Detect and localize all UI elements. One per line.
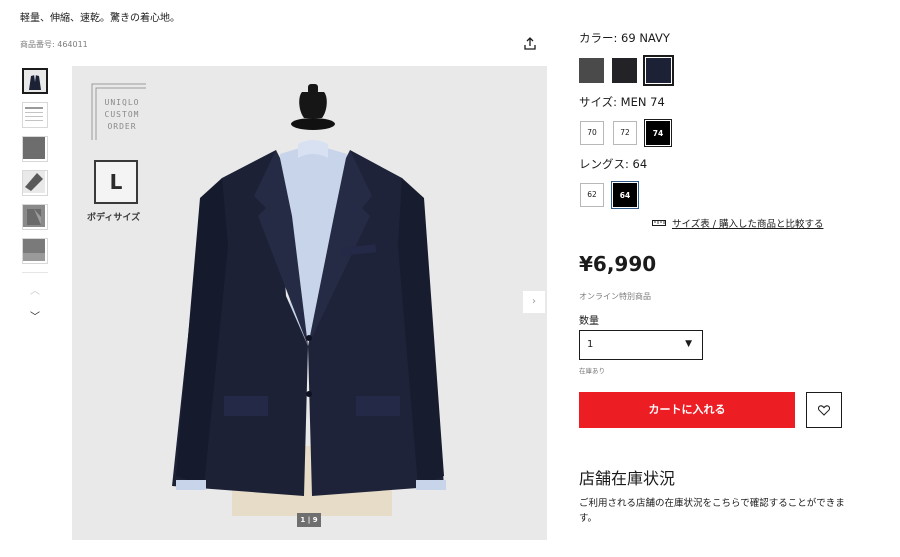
length-chip-62[interactable]: 62 [580, 183, 604, 207]
color-label: カラー: 69 NAVY [579, 31, 670, 45]
size-chip-72[interactable]: 72 [613, 121, 637, 145]
price: ¥6,990 [579, 252, 657, 276]
product-tagline: 軽量、伸縮、速乾。驚きの着心地。 [20, 13, 180, 24]
length-chip-64[interactable]: 64 [612, 182, 638, 208]
swatch-black[interactable] [612, 58, 637, 83]
ruler-icon [652, 220, 666, 226]
thumbnail-jacket-front[interactable] [22, 68, 48, 94]
image-counter: 1 | 9 [297, 513, 321, 527]
store-stock-description: ご利用される店舗の在庫状況をこちらで確認することができます。 [579, 498, 845, 524]
custom-order-line-2: CUSTOM [104, 110, 140, 119]
caret-down-icon: ▼ [685, 339, 692, 349]
custom-order-logo: UNIQLO CUSTOM ORDER [97, 97, 147, 133]
store-stock-title: 店舗在庫状況 [579, 469, 676, 488]
thumbnail-fabric-closeup[interactable] [22, 238, 48, 264]
chevron-down-icon[interactable]: ﹀ [22, 311, 48, 325]
favorite-button[interactable] [806, 392, 842, 428]
heart-icon [818, 405, 830, 416]
thumbnail-list: ︿ ﹀ [22, 68, 50, 325]
online-only-badge: オンライン特別商品 [579, 292, 651, 301]
product-code: 商品番号: 464011 [20, 40, 88, 49]
quantity-label: 数量 [579, 316, 599, 327]
chevron-right-icon[interactable]: › [523, 291, 545, 313]
size-chip-70[interactable]: 70 [580, 121, 604, 145]
size-chart-link[interactable]: サイズ表 / 購入した商品と比較する [652, 216, 823, 230]
thumbnail-divider [22, 272, 48, 273]
custom-order-line-1: UNIQLO [104, 98, 140, 107]
thumbnail-size-chart[interactable] [22, 102, 48, 128]
swatch-navy[interactable] [643, 55, 674, 86]
size-label: サイズ: MEN 74 [579, 95, 665, 109]
share-icon[interactable] [522, 36, 538, 52]
body-size-caption: ボディサイズ [87, 213, 141, 223]
quantity-value: 1 [587, 339, 594, 350]
quantity-select[interactable]: 1 ▼ [579, 330, 703, 360]
add-to-cart-button[interactable]: カートに入れる [579, 392, 795, 428]
thumbnail-fabric-gray[interactable] [22, 136, 48, 162]
custom-order-line-3: ORDER [107, 122, 137, 131]
swatch-dark-gray[interactable] [579, 58, 604, 83]
size-chip-74[interactable]: 74 [645, 120, 671, 146]
length-label: レングス: 64 [579, 157, 648, 171]
chevron-up-icon[interactable]: ︿ [22, 285, 48, 299]
thumbnail-sleeve-detail[interactable] [22, 170, 48, 196]
thumbnail-lining-detail[interactable] [22, 204, 48, 230]
size-chart-link-label: サイズ表 / 購入した商品と比較する [672, 219, 824, 230]
stock-status: 在庫あり [579, 367, 605, 375]
body-size-badge: L [94, 160, 138, 204]
